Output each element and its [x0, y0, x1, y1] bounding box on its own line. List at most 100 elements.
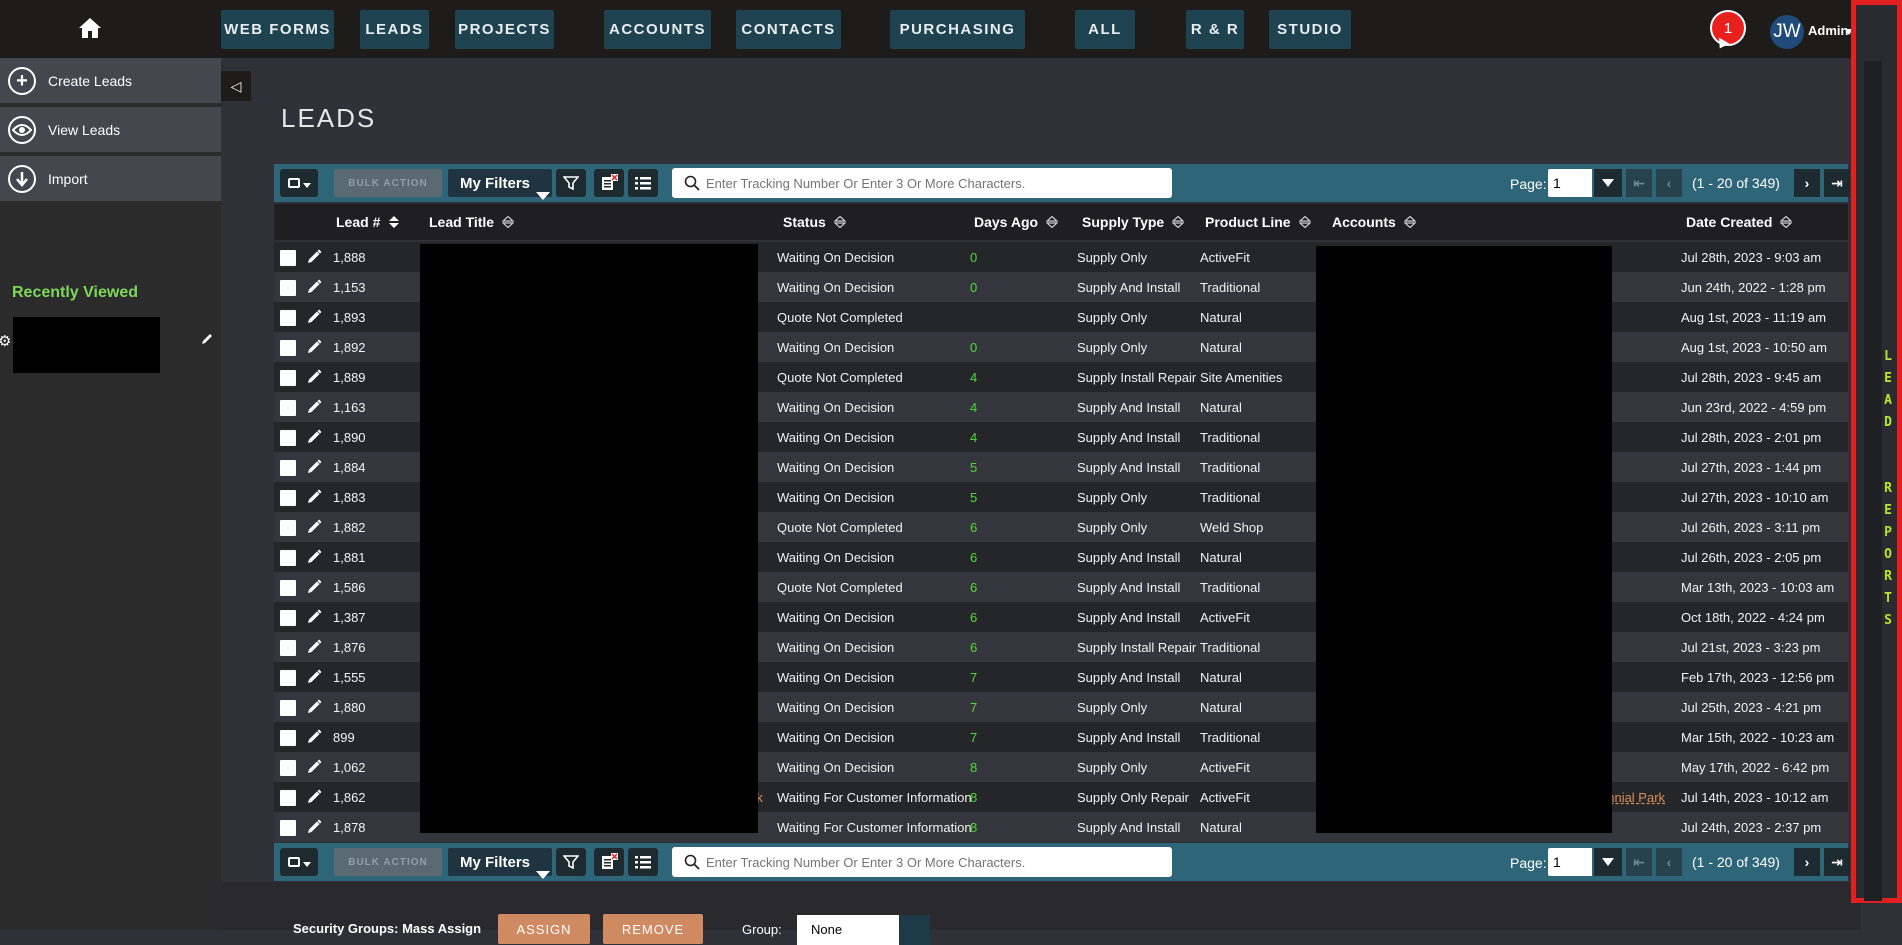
clear-filter-icon[interactable]	[594, 169, 624, 197]
row-checkbox[interactable]	[280, 430, 296, 446]
column-header-days-ago[interactable]: Days Ago	[974, 214, 1059, 230]
sort-filled-icon[interactable]	[388, 216, 400, 228]
lead-number[interactable]: 1,882	[333, 520, 366, 535]
sidebar-item-import[interactable]: Import	[0, 156, 221, 203]
last-page-icon[interactable]: ⇥	[1824, 848, 1850, 876]
page-select-button[interactable]	[1594, 848, 1622, 876]
nav-all[interactable]: ALL	[1075, 10, 1135, 49]
row-checkbox[interactable]	[280, 520, 296, 536]
row-checkbox[interactable]	[280, 700, 296, 716]
row-checkbox[interactable]	[280, 400, 296, 416]
edit-pencil-icon[interactable]	[306, 309, 322, 325]
edit-pencil-icon[interactable]	[306, 489, 322, 505]
row-checkbox[interactable]	[280, 820, 296, 836]
first-page-icon[interactable]: ⇤	[1626, 169, 1652, 197]
nav-projects[interactable]: PROJECTS	[455, 10, 554, 49]
column-header-lead-number[interactable]: Lead #	[336, 214, 400, 230]
recently-viewed-item[interactable]	[13, 317, 160, 373]
lead-number[interactable]: 1,884	[333, 460, 366, 475]
collapse-sidebar-button[interactable]: ◁	[221, 71, 251, 101]
column-header-supply-type[interactable]: Supply Type	[1082, 214, 1185, 230]
search-box[interactable]	[672, 847, 1172, 877]
lead-number[interactable]: 1,876	[333, 640, 366, 655]
nav-web-forms[interactable]: WEB FORMS	[221, 10, 334, 49]
nav-contacts[interactable]: CONTACTS	[736, 10, 841, 49]
lead-number[interactable]: 1,889	[333, 370, 366, 385]
bulk-action-button[interactable]: BULK ACTION	[334, 848, 442, 876]
row-checkbox[interactable]	[280, 310, 296, 326]
edit-pencil-icon[interactable]	[306, 339, 322, 355]
filter-icon[interactable]	[556, 848, 586, 876]
row-checkbox[interactable]	[280, 790, 296, 806]
nav-accounts[interactable]: ACCOUNTS	[604, 10, 711, 49]
column-header-product-line[interactable]: Product Line	[1205, 214, 1311, 230]
chevron-down-icon[interactable]	[536, 871, 550, 879]
lead-number[interactable]: 1,163	[333, 400, 366, 415]
sidebar-item-create-leads[interactable]: + Create Leads	[0, 58, 221, 105]
nav-r-and-r[interactable]: R & R	[1186, 10, 1244, 49]
page-number-input[interactable]: 1	[1548, 169, 1592, 197]
remove-button[interactable]: REMOVE	[603, 914, 703, 944]
row-checkbox[interactable]	[280, 580, 296, 596]
edit-pencil-icon[interactable]	[306, 399, 322, 415]
row-checkbox[interactable]	[280, 640, 296, 656]
search-box[interactable]	[672, 168, 1172, 198]
sort-icon[interactable]	[1403, 216, 1416, 228]
notification-badge[interactable]: 1	[1710, 10, 1746, 46]
sort-icon[interactable]	[833, 216, 846, 228]
page-select-button[interactable]	[1594, 169, 1622, 197]
lead-number[interactable]: 1,878	[333, 820, 366, 835]
column-header-date-created[interactable]: Date Created	[1686, 214, 1793, 230]
lead-number[interactable]: 1,880	[333, 700, 366, 715]
row-checkbox[interactable]	[280, 610, 296, 626]
filter-icon[interactable]	[556, 169, 586, 197]
lead-number[interactable]: 1,888	[333, 250, 366, 265]
lead-number[interactable]: 1,862	[333, 790, 366, 805]
previous-page-icon[interactable]: ‹	[1656, 169, 1682, 197]
select-all-dropdown[interactable]	[280, 169, 318, 197]
next-page-icon[interactable]: ›	[1794, 169, 1820, 197]
search-input[interactable]	[706, 854, 1166, 870]
edit-pencil-icon[interactable]	[306, 699, 322, 715]
page-number-input[interactable]: 1	[1548, 848, 1592, 876]
lead-number[interactable]: 1,893	[333, 310, 366, 325]
row-checkbox[interactable]	[280, 550, 296, 566]
edit-pencil-icon[interactable]	[306, 519, 322, 535]
lead-number[interactable]: 1,892	[333, 340, 366, 355]
lead-number[interactable]: 1,062	[333, 760, 366, 775]
lead-number[interactable]: 1,153	[333, 280, 366, 295]
edit-pencil-icon[interactable]	[306, 609, 322, 625]
edit-pencil-icon[interactable]	[306, 429, 322, 445]
edit-pencil-icon[interactable]	[306, 249, 322, 265]
row-checkbox[interactable]	[280, 250, 296, 266]
select-all-dropdown[interactable]	[280, 848, 318, 876]
edit-pencil-icon[interactable]	[306, 579, 322, 595]
edit-pencil-icon[interactable]	[306, 669, 322, 685]
edit-pencil-icon[interactable]	[306, 789, 322, 805]
row-checkbox[interactable]	[280, 670, 296, 686]
previous-page-icon[interactable]: ‹	[1656, 848, 1682, 876]
search-input[interactable]	[706, 175, 1166, 191]
list-view-icon[interactable]	[628, 848, 658, 876]
clear-filter-icon[interactable]	[594, 848, 624, 876]
sort-icon[interactable]	[1172, 216, 1185, 228]
lead-number[interactable]: 1,883	[333, 490, 366, 505]
edit-pencil-icon[interactable]	[306, 759, 322, 775]
nav-studio[interactable]: STUDIO	[1269, 10, 1351, 49]
edit-pencil-icon[interactable]	[306, 639, 322, 655]
avatar[interactable]: JW	[1770, 15, 1804, 49]
chevron-down-icon[interactable]	[536, 192, 550, 200]
sort-icon[interactable]	[502, 216, 515, 228]
sort-icon[interactable]	[1046, 216, 1059, 228]
lead-number[interactable]: 1,881	[333, 550, 366, 565]
list-view-icon[interactable]	[628, 169, 658, 197]
group-select[interactable]: None	[797, 915, 899, 945]
edit-pencil-icon[interactable]	[306, 369, 322, 385]
lead-number[interactable]: 1,890	[333, 430, 366, 445]
home-icon[interactable]	[78, 17, 102, 39]
pencil-icon[interactable]	[200, 332, 214, 346]
bulk-action-button[interactable]: BULK ACTION	[334, 169, 442, 197]
column-header-lead-title[interactable]: Lead Title	[429, 214, 515, 230]
row-checkbox[interactable]	[280, 730, 296, 746]
sort-icon[interactable]	[1780, 216, 1793, 228]
